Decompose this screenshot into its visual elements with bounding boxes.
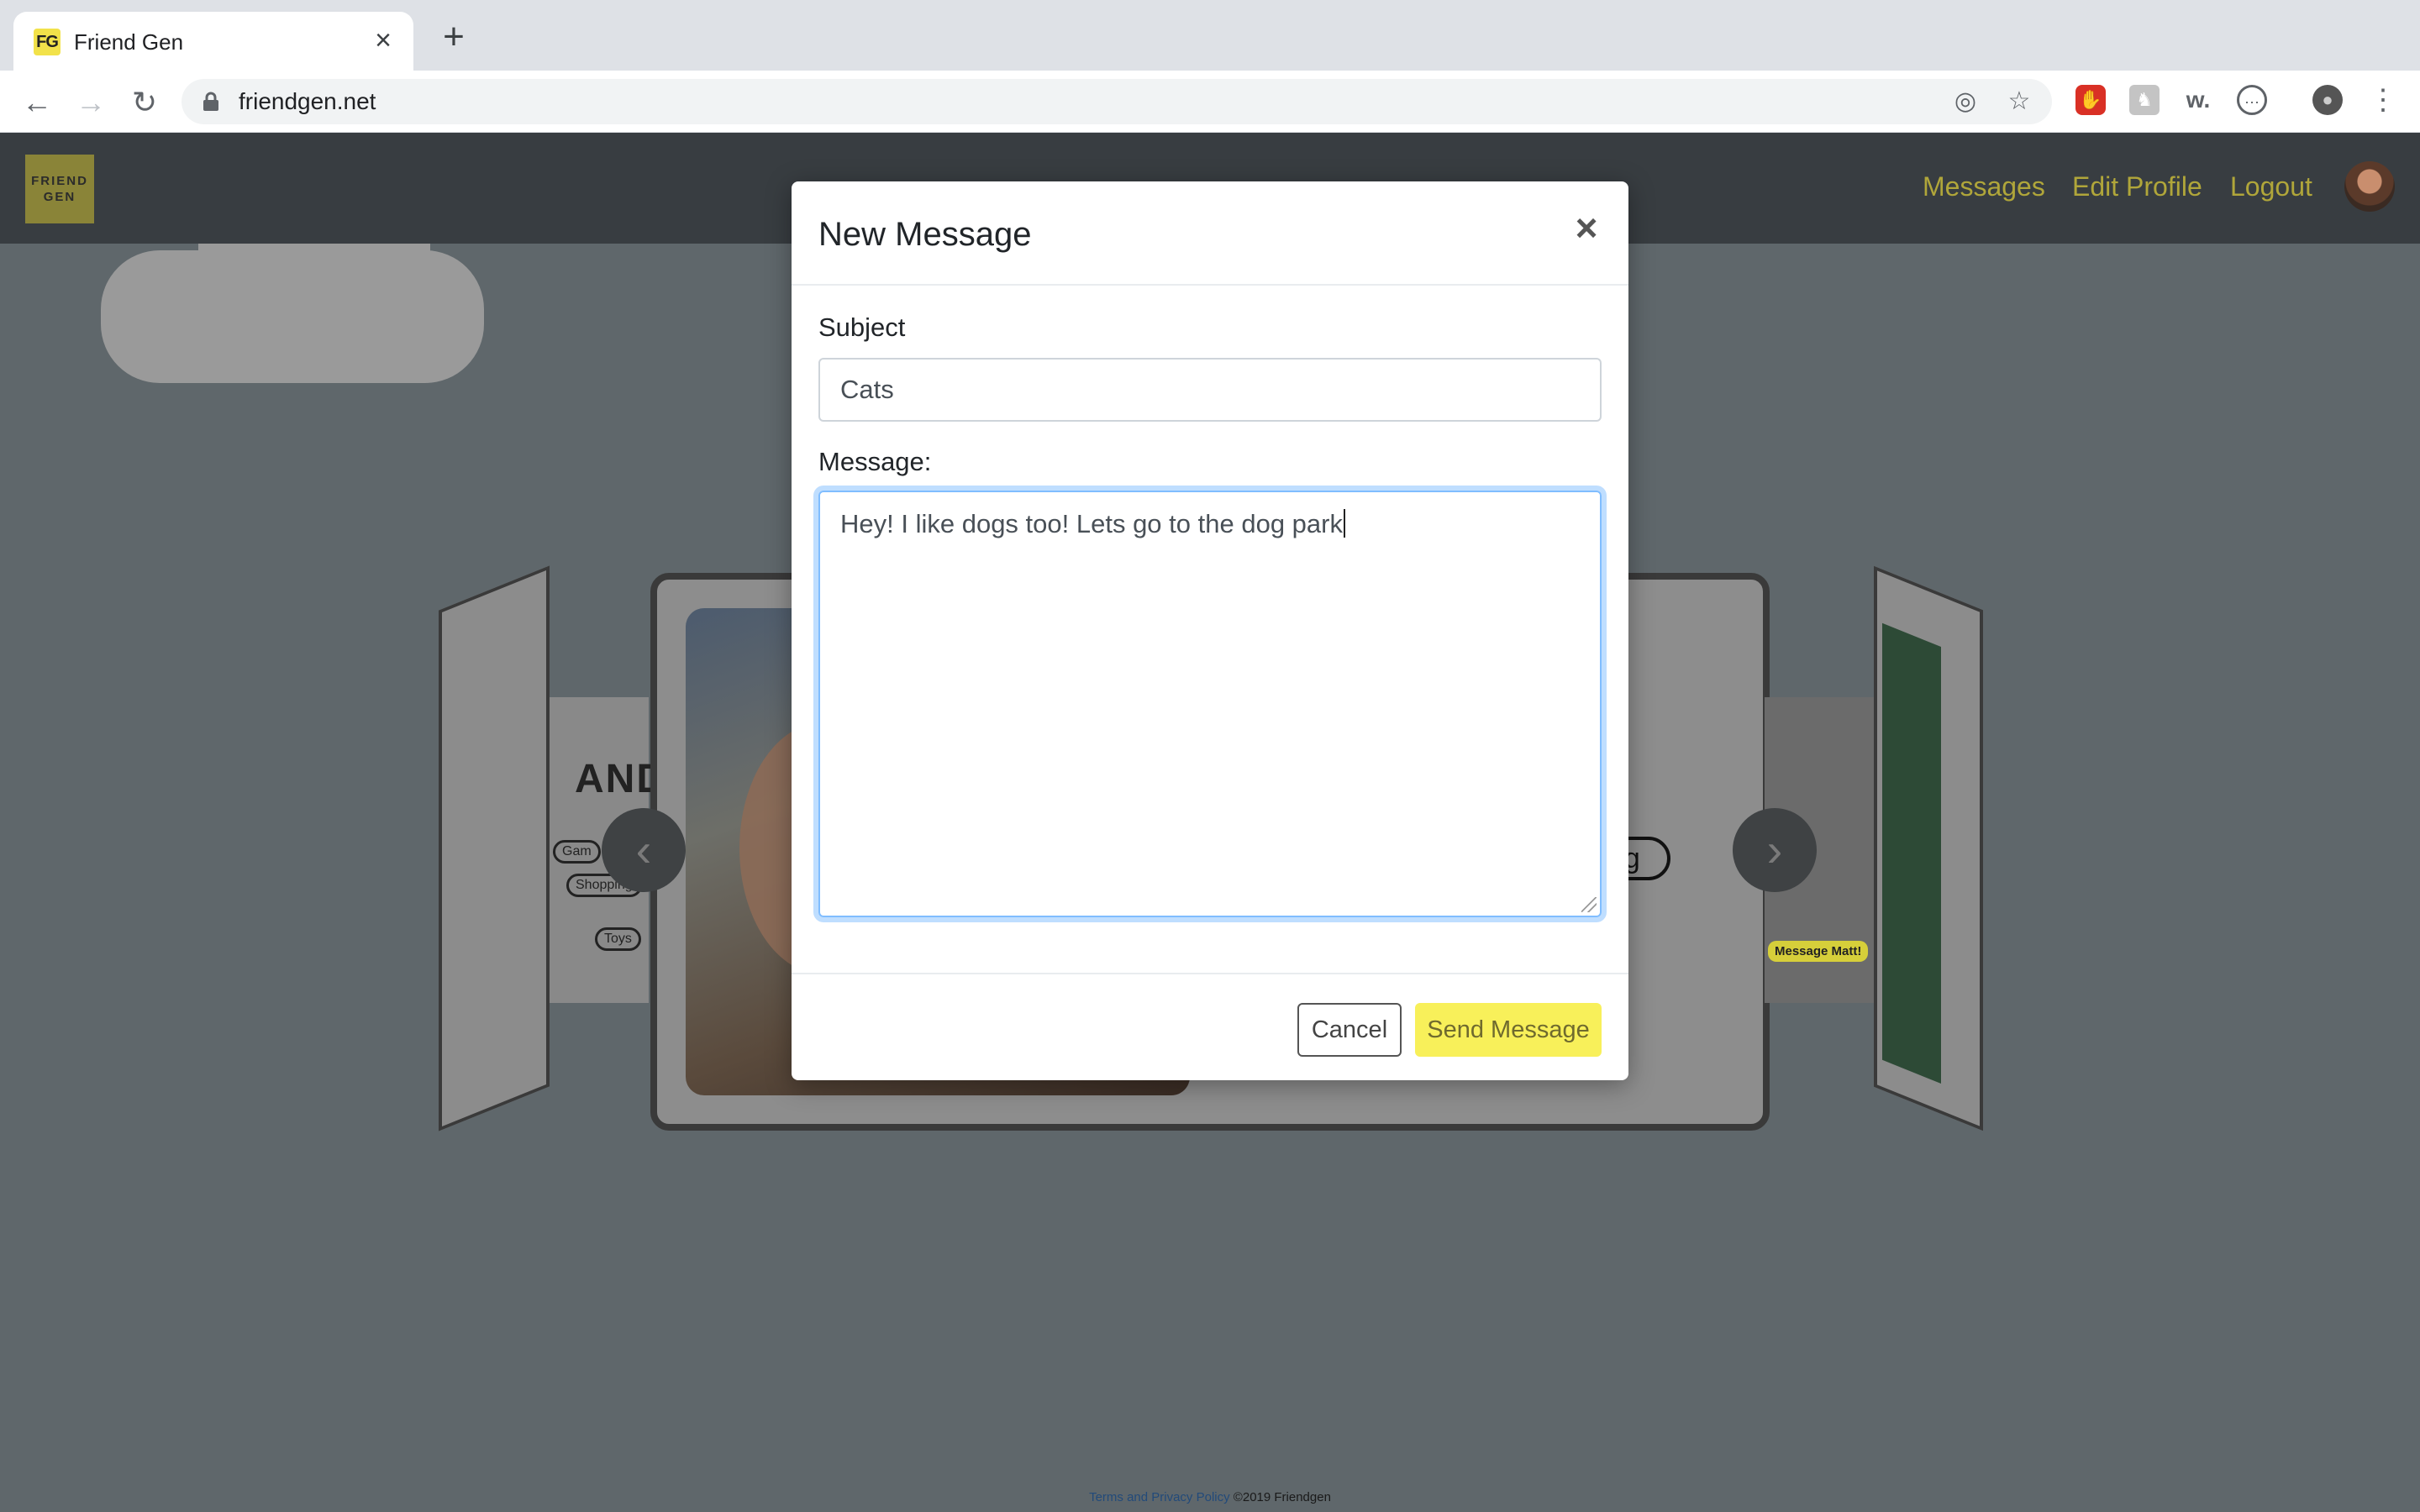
close-icon[interactable]: ×: [1570, 207, 1603, 249]
logo-line-2: GEN: [43, 190, 76, 204]
terms-privacy-link[interactable]: Terms and Privacy Policy: [1089, 1490, 1230, 1504]
browser-toolbar: ← → ↻ friendgen.net ◎ ☆: [0, 71, 2420, 133]
subject-input[interactable]: Cats: [818, 358, 1602, 422]
search-pill: [101, 250, 484, 383]
url-text: friendgen.net: [239, 88, 376, 114]
lock-icon: [203, 92, 218, 111]
reload-icon[interactable]: ↻: [128, 86, 161, 119]
message-card-tag: Message Matt!: [1768, 941, 1869, 962]
modal-header: New Message ×: [792, 181, 1628, 286]
bookmark-star-icon[interactable]: ☆: [2005, 87, 2033, 116]
adblock-extension-icon[interactable]: ✋: [2075, 85, 2106, 115]
user-avatar[interactable]: [2344, 161, 2395, 212]
carousel-card-far-left: [439, 565, 550, 1131]
new-message-modal: New Message × Subject Cats Message: Hey!…: [792, 181, 1628, 1080]
carousel-next-icon[interactable]: ›: [1733, 808, 1817, 892]
send-message-button[interactable]: Send Message: [1415, 1003, 1602, 1057]
message-label: Message:: [818, 447, 932, 476]
browser-tab[interactable]: FG Friend Gen ×: [13, 12, 413, 71]
nav-logout-link[interactable]: Logout: [2230, 170, 2312, 203]
tab-close-icon[interactable]: ×: [368, 25, 398, 55]
address-bar[interactable]: friendgen.net ◎ ☆: [182, 79, 2052, 124]
friendgen-logo[interactable]: FRIEND GEN: [25, 155, 94, 223]
message-text: Hey! I like dogs too! Lets go to the dog…: [840, 509, 1343, 538]
nav-edit-profile-link[interactable]: Edit Profile: [2072, 170, 2202, 203]
copyright-text: ©2019 Friendgen: [1233, 1490, 1331, 1504]
carousel-card-far-right: [1874, 565, 1983, 1131]
new-tab-icon[interactable]: +: [437, 18, 471, 55]
browser-tabstrip: FG Friend Gen × +: [0, 0, 2420, 71]
page-footer: Terms and Privacy Policy ©2019 Friendgen: [0, 1490, 2420, 1504]
text-caret: [1343, 509, 1345, 538]
modal-footer: Cancel Send Message: [792, 973, 1628, 1080]
tab-title: Friend Gen: [74, 29, 184, 55]
menu-kebab-icon[interactable]: ⋮: [2368, 85, 2398, 115]
favicon-icon: FG: [34, 29, 60, 55]
far-right-photo: [1882, 622, 1941, 1084]
nav-messages-link[interactable]: Messages: [1923, 170, 2045, 203]
profile-avatar-icon[interactable]: ●: [2312, 85, 2343, 115]
code-extension-icon[interactable]: ⋯: [2237, 85, 2267, 115]
resize-grip-icon[interactable]: [1581, 897, 1597, 912]
left-card-tag: Toys: [595, 927, 641, 951]
w-extension-icon[interactable]: w.: [2183, 85, 2213, 115]
location-icon[interactable]: ◎: [1951, 87, 1980, 116]
carousel-prev-icon[interactable]: ‹: [602, 808, 686, 892]
extension-icon[interactable]: ♞: [2129, 85, 2160, 115]
forward-arrow-icon[interactable]: →: [74, 86, 108, 119]
message-textarea[interactable]: Hey! I like dogs too! Lets go to the dog…: [818, 491, 1602, 917]
left-card-tag: Gam: [553, 840, 601, 864]
back-arrow-icon[interactable]: ←: [20, 86, 54, 119]
logo-line-1: FRIEND: [31, 174, 88, 188]
subject-label: Subject: [818, 312, 906, 342]
cancel-button[interactable]: Cancel: [1297, 1003, 1402, 1057]
modal-title: New Message: [818, 216, 1032, 253]
